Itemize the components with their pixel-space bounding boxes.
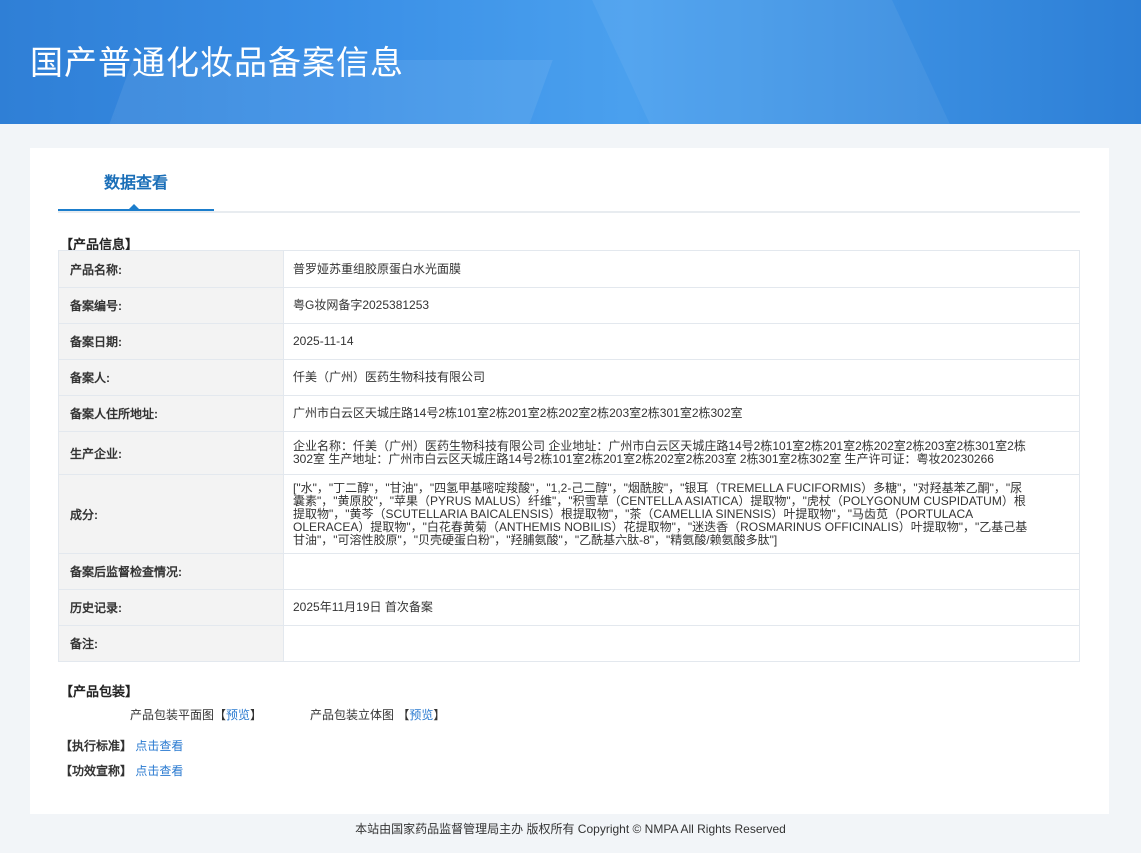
table-row: 备案日期: 2025-11-14 [58,323,1080,360]
row-value: ["水"，"丁二醇"，"甘油"，"四氢甲基嘧啶羧酸"，"1,2-己二醇"，"烟酰… [283,474,1080,554]
table-row: 成分: ["水"，"丁二醇"，"甘油"，"四氢甲基嘧啶羧酸"，"1,2-己二醇"… [58,474,1080,554]
table-row: 产品名称: 普罗娅苏重组胶原蛋白水光面膜 [58,250,1080,288]
row-label: 备案人住所地址: [58,395,284,432]
table-row: 备案编号: 粤G妆网备字2025381253 [58,287,1080,324]
packaging-solid-item: 产品包装立体图 【预览】 [310,706,445,723]
efficacy-heading: 【功效宣称】 [60,764,133,778]
tab-data-view[interactable]: 数据查看 [58,148,214,211]
bracket-open: 【 [214,708,227,722]
row-value: 企业名称：仟美（广州）医药生物科技有限公司 企业地址：广州市白云区天城庄路14号… [283,431,1080,475]
row-value: 广州市白云区天城庄路14号2栋101室2栋201室2栋202室2栋203室2栋3… [283,395,1080,432]
row-label: 备案后监督检查情况: [58,553,284,590]
tab-label: 数据查看 [103,175,168,192]
table-row: 备案人: 仟美（广州）医药生物科技有限公司 [58,359,1080,396]
packaging-flat-item: 产品包装平面图【预览】 [130,706,262,723]
page-title: 国产普通化妆品备案信息 [30,43,404,82]
row-label: 历史记录: [58,589,284,626]
table-row: 备案后监督检查情况: [58,553,1080,590]
row-label: 备案人: [58,359,284,396]
row-value: 2025-11-14 [283,323,1080,360]
table-row: 备案人住所地址: 广州市白云区天城庄路14号2栋101室2栋201室2栋202室… [58,395,1080,432]
row-value: 粤G妆网备字2025381253 [283,287,1080,324]
standard-view-link[interactable]: 点击查看 [135,739,183,753]
packaging-flat-preview-link[interactable]: 预览 [226,708,250,722]
packaging-flat-label: 产品包装平面图 [130,708,215,722]
table-row: 生产企业: 企业名称：仟美（广州）医药生物科技有限公司 企业地址：广州市白云区天… [58,431,1080,475]
row-label: 备注: [58,625,284,662]
bracket-close: 】 [250,708,263,722]
standard-heading: 【执行标准】 [60,739,133,753]
row-label: 备案日期: [58,323,284,360]
efficacy-view-link[interactable]: 点击查看 [135,764,183,778]
header-banner: 国产普通化妆品备案信息 [0,0,1141,124]
row-value [283,625,1080,662]
row-value: 2025年11月19日 首次备案 [283,589,1080,626]
packaging-solid-preview-link[interactable]: 预览 [409,708,433,722]
tab-active-caret-icon [128,204,140,210]
standard-row: 【执行标准】 点击查看 [60,737,183,754]
row-value: 普罗娅苏重组胶原蛋白水光面膜 [283,250,1080,288]
row-value [283,553,1080,590]
packaging-solid-label: 产品包装立体图 [310,708,395,722]
product-info-table: 产品名称: 普罗娅苏重组胶原蛋白水光面膜 备案编号: 粤G妆网备字2025381… [58,250,1080,662]
table-row: 历史记录: 2025年11月19日 首次备案 [58,589,1080,626]
bracket-close: 】 [433,708,446,722]
bracket-open: 【 [397,708,410,722]
row-label: 产品名称: [58,250,284,288]
row-label: 备案编号: [58,287,284,324]
row-label: 生产企业: [58,431,284,475]
main-panel: 数据查看 【产品信息】 产品名称: 普罗娅苏重组胶原蛋白水光面膜 备案编号: 粤… [30,148,1109,814]
table-row: 备注: [58,625,1080,662]
packaging-heading: 【产品包装】 [60,684,139,699]
row-label: 成分: [58,474,284,554]
tab-bar: 数据查看 [58,148,1080,213]
row-value: 仟美（广州）医药生物科技有限公司 [283,359,1080,396]
efficacy-row: 【功效宣称】 点击查看 [60,762,183,779]
footer-copyright: 本站由国家药品监督管理局主办 版权所有 Copyright © NMPA All… [355,822,786,836]
